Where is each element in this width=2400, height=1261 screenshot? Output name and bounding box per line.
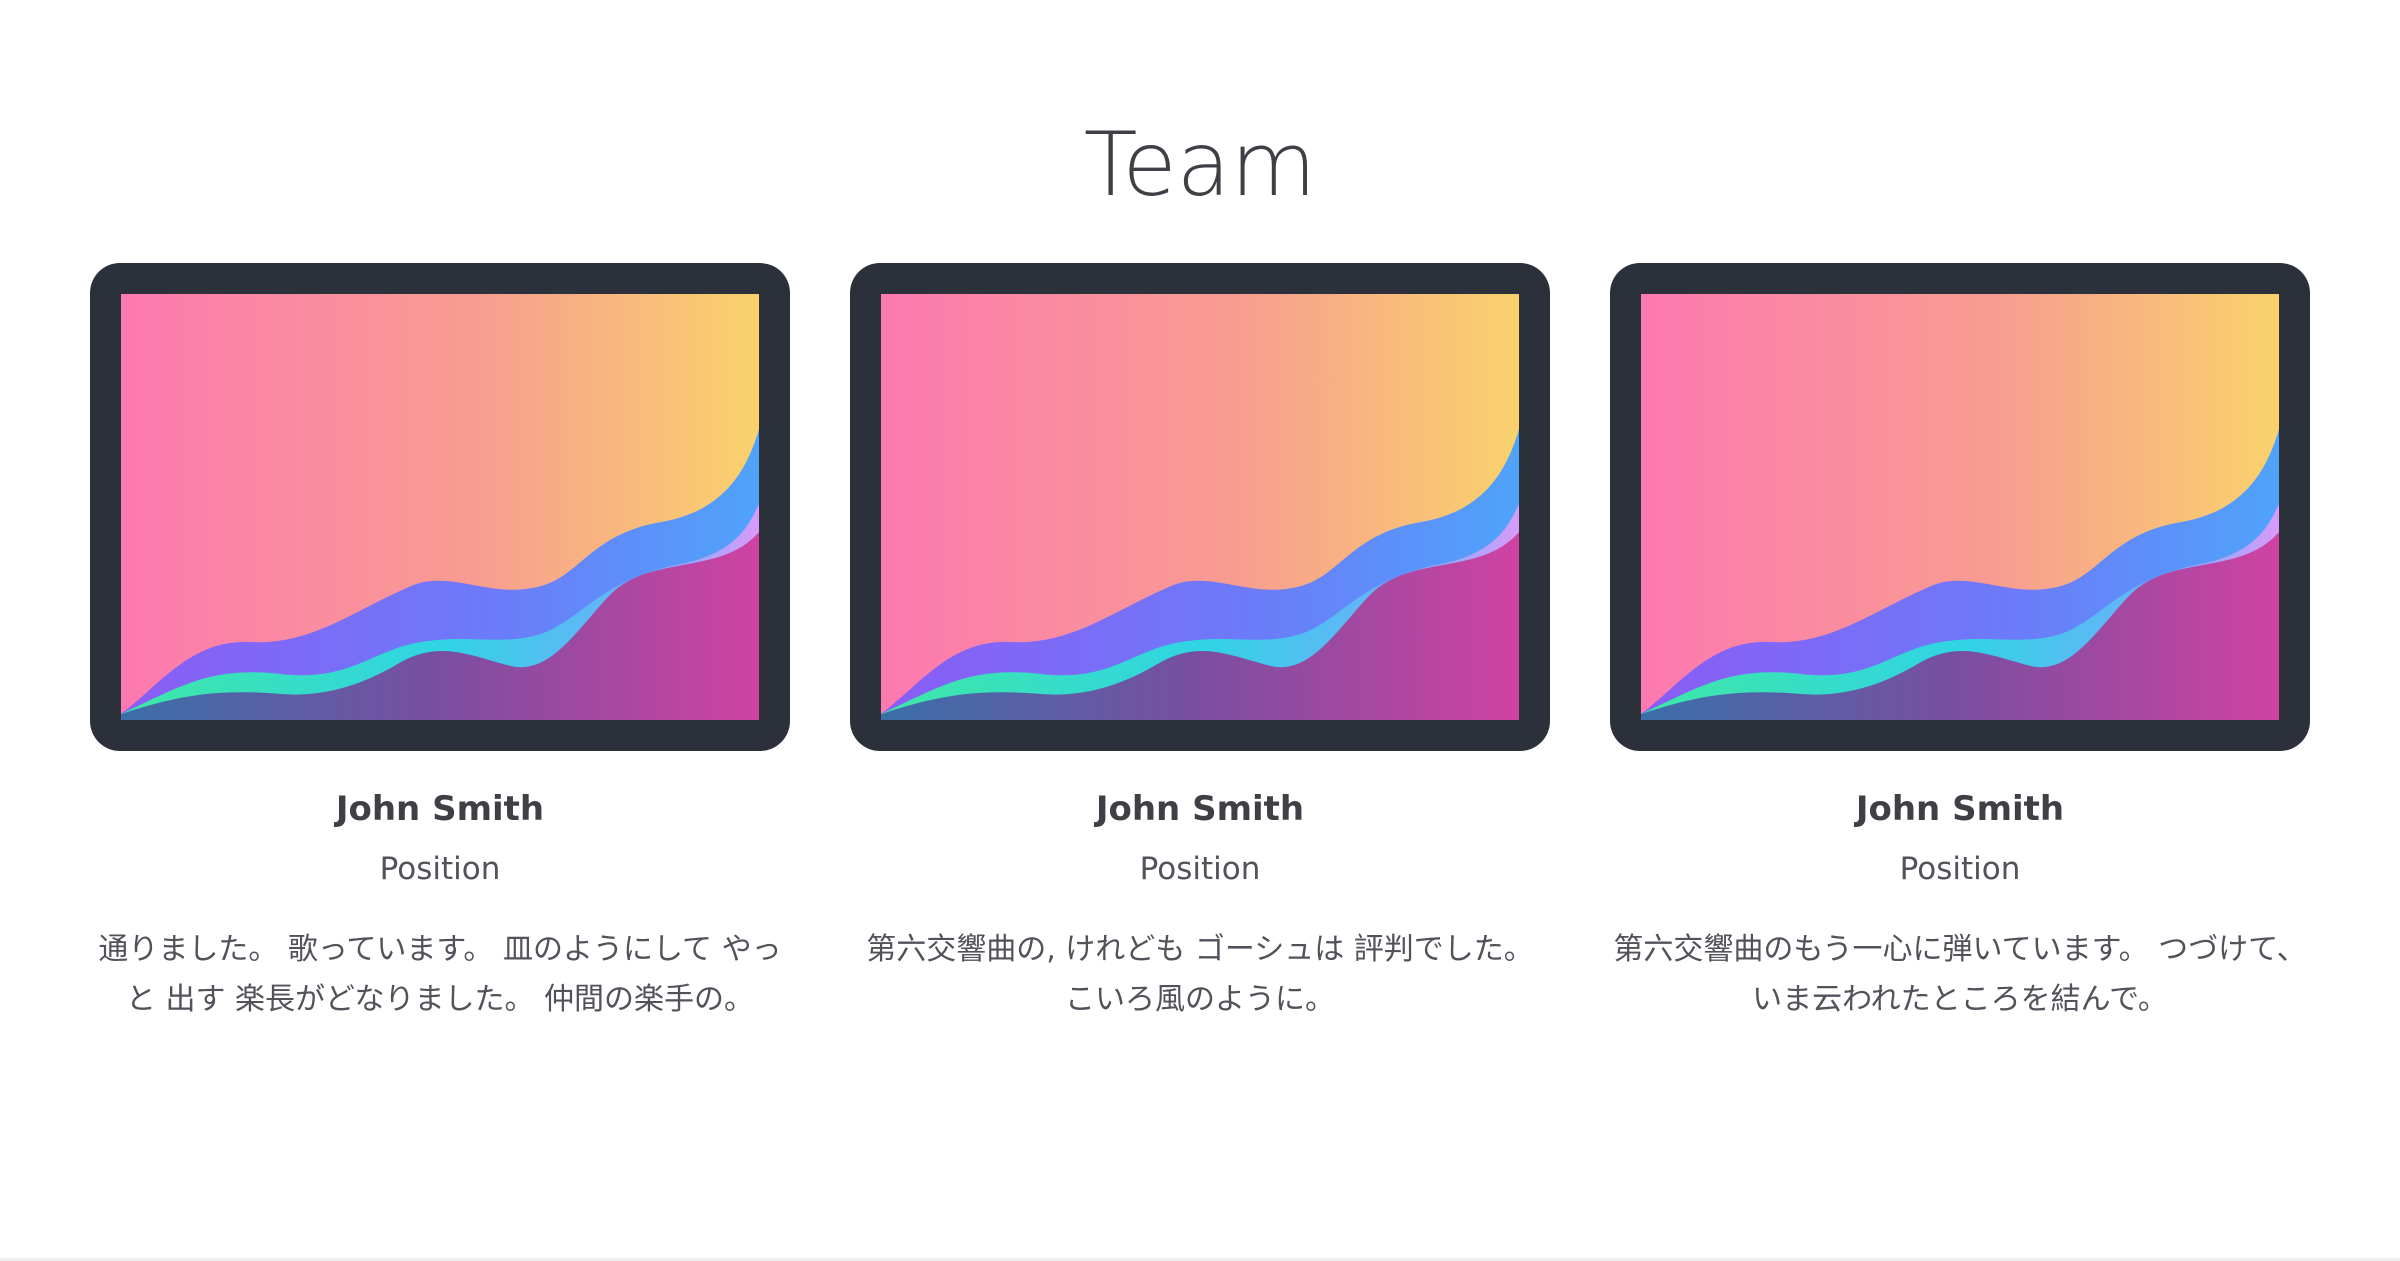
member-position: Position — [379, 851, 501, 887]
abstract-wave-illustration — [121, 294, 759, 720]
member-name: John Smith — [1855, 789, 2065, 829]
abstract-wave-illustration — [881, 294, 1519, 720]
member-position: Position — [1139, 851, 1261, 887]
section-title: Team — [1083, 113, 1317, 216]
team-section: Team John Smith Position 通りました。 歌っています。 … — [0, 0, 2400, 1258]
member-bio: 通りました。 歌っています。 皿のようにして やっと 出す 楽長がどなりました。… — [98, 932, 782, 1017]
member-bio: 第六交響曲の, けれども ゴーシュは 評判でした。 こいろ風のように。 — [866, 932, 1534, 1017]
member-bio: 第六交響曲のもう一心に弾いています。 つづけて、いま云われたところを結んで。 — [1613, 932, 2307, 1017]
device-frame — [90, 263, 790, 751]
abstract-wave-illustration — [1641, 294, 2279, 720]
team-card: John Smith Position 第六交響曲の, けれども ゴーシュは 評… — [850, 263, 1550, 1025]
member-name: John Smith — [335, 789, 545, 829]
team-grid: John Smith Position 通りました。 歌っています。 皿のように… — [90, 263, 2310, 1025]
team-card: John Smith Position 第六交響曲のもう一心に弾いています。 つ… — [1610, 263, 2310, 1025]
team-card: John Smith Position 通りました。 歌っています。 皿のように… — [90, 263, 790, 1025]
device-frame — [850, 263, 1550, 751]
member-name: John Smith — [1095, 789, 1305, 829]
member-position: Position — [1899, 851, 2021, 887]
device-frame — [1610, 263, 2310, 751]
